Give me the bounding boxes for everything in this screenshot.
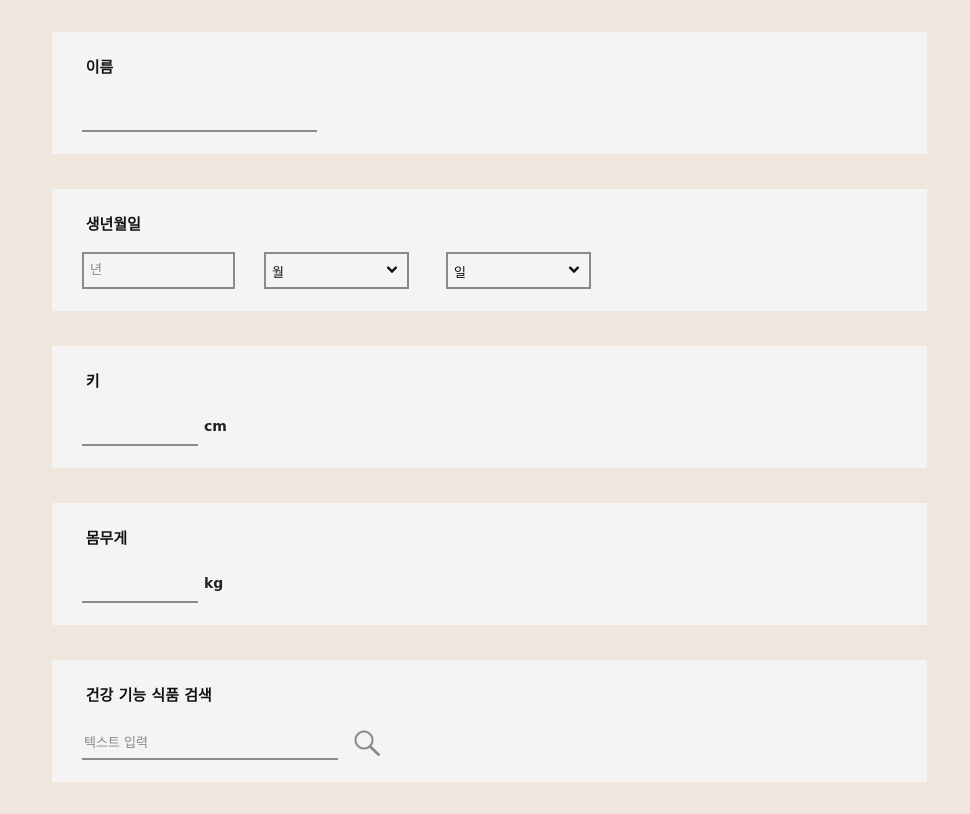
weight-section: 몸무게 kg (52, 503, 927, 625)
search-icon (354, 730, 380, 756)
birth-year-input[interactable] (82, 252, 235, 289)
birthdate-label: 생년월일 (86, 215, 142, 233)
name-input[interactable] (82, 108, 317, 132)
height-label: 키 (86, 372, 100, 390)
supplement-search-input[interactable] (82, 727, 338, 760)
weight-input[interactable] (82, 579, 198, 603)
search-button[interactable] (353, 729, 381, 757)
birth-day-value: 일 (454, 266, 466, 281)
supplement-search-section: 건강 기능 식품 검색 (52, 660, 927, 782)
height-section: 키 cm (52, 346, 927, 468)
height-unit: cm (204, 419, 227, 435)
height-input[interactable] (82, 422, 198, 446)
weight-label: 몸무게 (86, 529, 128, 547)
birthdate-section: 생년월일 월 일 (52, 189, 927, 311)
chevron-down-icon (568, 266, 580, 274)
weight-unit: kg (204, 576, 224, 592)
birth-month-value: 월 (272, 266, 284, 281)
name-label: 이름 (86, 58, 114, 76)
chevron-down-icon (386, 266, 398, 274)
supplement-search-label: 건강 기능 식품 검색 (86, 686, 213, 704)
birth-day-select[interactable]: 일 (446, 252, 591, 289)
birth-month-select[interactable]: 월 (264, 252, 409, 289)
name-section: 이름 (52, 32, 927, 154)
